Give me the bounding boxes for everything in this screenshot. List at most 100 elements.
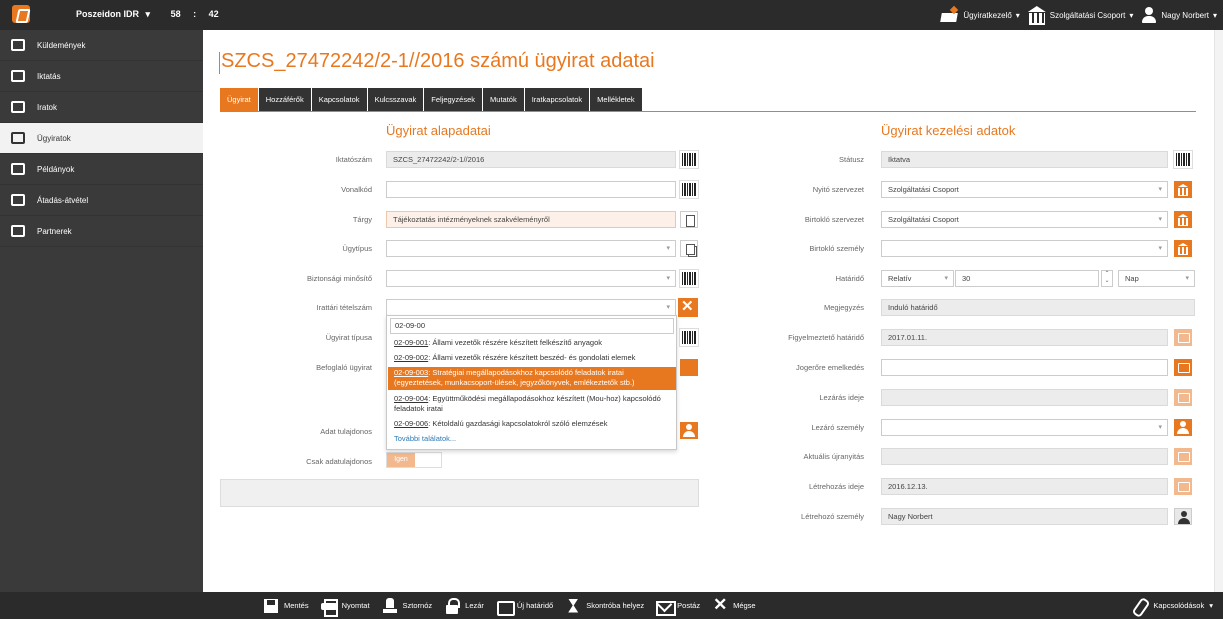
paperclip-icon bbox=[1132, 598, 1148, 614]
bank-icon[interactable] bbox=[1174, 240, 1192, 257]
tools-icon[interactable] bbox=[678, 297, 698, 317]
dropdown-option[interactable]: 02-09-002: Állami vezetők részére készít… bbox=[388, 353, 676, 363]
lezaro-szemely-select[interactable] bbox=[881, 419, 1168, 436]
aktualis-field bbox=[881, 448, 1168, 465]
biztonsagi-select[interactable] bbox=[386, 270, 676, 287]
irattari-label: Irattári tételszám bbox=[316, 303, 372, 312]
calendar-icon[interactable] bbox=[1174, 478, 1192, 495]
sidebar-item-ugyiratok[interactable]: Ügyiratok bbox=[0, 123, 203, 154]
adat-tulajdonos-label: Adat tulajdonos bbox=[320, 427, 372, 436]
more-results-link[interactable]: További találatok... bbox=[394, 434, 456, 443]
tab-underline bbox=[220, 111, 1196, 112]
app-logo-icon[interactable] bbox=[12, 5, 30, 23]
calendar-icon[interactable] bbox=[1174, 448, 1192, 465]
page-title: SZCS_27472242/2-1//2016 számú ügyirat ad… bbox=[219, 50, 655, 74]
sidebar: Küldemények Iktatás Iratok Ügyiratok Pél… bbox=[0, 30, 203, 592]
app-switcher[interactable]: Poszeidon IDR ▾ 58 : 42 bbox=[76, 9, 223, 20]
letrehozo-label: Létrehozó személy bbox=[801, 512, 864, 521]
organization-menu-label: Szolgáltatási Csoport bbox=[1049, 10, 1126, 20]
folder-icon[interactable] bbox=[680, 359, 698, 376]
tab-kapcsolatok[interactable]: Kapcsolatok bbox=[311, 88, 367, 111]
tab-mellekletek[interactable]: Mellékletek bbox=[590, 88, 642, 111]
calendar-icon[interactable] bbox=[1174, 359, 1192, 376]
birtoklo-szervezet-select[interactable]: Szolgáltatási Csoport bbox=[881, 211, 1168, 228]
person-icon[interactable] bbox=[1174, 419, 1192, 436]
sidebar-item-iratok[interactable]: Iratok bbox=[0, 92, 203, 123]
sidebar-item-label: Küldemények bbox=[37, 40, 86, 50]
barcode-icon[interactable] bbox=[679, 150, 699, 169]
storno-button[interactable]: Sztornóz bbox=[382, 597, 432, 614]
barcode-icon[interactable] bbox=[679, 269, 699, 288]
hatarido-unit-select[interactable]: Nap bbox=[1118, 270, 1195, 287]
bank-icon bbox=[1028, 6, 1046, 25]
lock-icon bbox=[444, 597, 461, 614]
app-name: Poszeidon IDR bbox=[76, 9, 140, 19]
dropdown-option-selected[interactable]: 02-09-003: Stratégiai megállapodásokhoz … bbox=[388, 367, 676, 390]
hatarido-number-input[interactable]: 30 bbox=[955, 270, 1099, 287]
close-case-button[interactable]: Lezár bbox=[444, 597, 484, 614]
person-icon[interactable] bbox=[680, 422, 698, 439]
info-box bbox=[220, 479, 699, 507]
save-button[interactable]: Mentés bbox=[263, 598, 309, 614]
dropdown-search-input[interactable]: 02-09-00 bbox=[390, 318, 674, 334]
new-deadline-button[interactable]: Új határidő bbox=[496, 598, 553, 616]
tab-feljegyzesek[interactable]: Feljegyzések bbox=[424, 88, 483, 111]
role-menu[interactable]: Ügyiratkezelő ▾ bbox=[939, 7, 1019, 23]
csak-adatulajdonos-toggle[interactable]: Igen bbox=[386, 452, 442, 468]
print-button[interactable]: Nyomtat bbox=[320, 598, 370, 617]
ugytipus-label: Ügytípus bbox=[342, 244, 372, 253]
handover-icon bbox=[10, 193, 26, 207]
stamp-icon bbox=[382, 597, 398, 614]
ugytipus-select[interactable] bbox=[386, 240, 676, 257]
post-button[interactable]: Postáz bbox=[656, 598, 700, 616]
role-menu-label: Ügyiratkezelő bbox=[963, 10, 1012, 20]
top-bar: Poszeidon IDR ▾ 58 : 42 Ügyiratkezelő ▾ S… bbox=[0, 0, 1223, 30]
connections-menu[interactable]: Kapcsolódások ▾ bbox=[1132, 592, 1213, 619]
barcode-icon[interactable] bbox=[679, 328, 699, 347]
vonalkod-field[interactable] bbox=[386, 181, 676, 198]
user-menu[interactable]: Nagy Norbert ▾ bbox=[1141, 7, 1217, 23]
option-text: : Kétoldalú gazdasági kapcsolatokról szó… bbox=[428, 419, 608, 428]
vertical-scrollbar[interactable] bbox=[1214, 30, 1223, 592]
dropdown-option[interactable]: 02-09-001: Állami vezetők részére készít… bbox=[388, 338, 676, 348]
birtoklo-szemely-select[interactable] bbox=[881, 240, 1168, 257]
birtoklo-szemely-label: Birtokló személy bbox=[809, 244, 864, 253]
tab-hozzaferok[interactable]: Hozzáférők bbox=[258, 88, 311, 111]
hatarido-type-select[interactable]: Relatív bbox=[881, 270, 954, 287]
sidebar-item-atadas-atvetel[interactable]: Átadás-átvétel bbox=[0, 185, 203, 216]
sidebar-item-iktatas[interactable]: Iktatás bbox=[0, 61, 203, 92]
barcode-icon[interactable] bbox=[1173, 150, 1193, 169]
sidebar-item-kuldemenyek[interactable]: Küldemények bbox=[0, 30, 203, 61]
bank-icon[interactable] bbox=[1174, 181, 1192, 198]
cancel-button[interactable]: Mégse bbox=[712, 595, 756, 615]
nyito-szervezet-select[interactable]: Szolgáltatási Csoport bbox=[881, 181, 1168, 198]
tab-ugyirat[interactable]: Ügyirat bbox=[220, 88, 258, 111]
organization-menu[interactable]: Szolgáltatási Csoport ▾ bbox=[1028, 6, 1133, 25]
calendar-icon[interactable] bbox=[1174, 329, 1192, 346]
action-buttons: Mentés Nyomtat Sztornóz Lezár Új határid… bbox=[263, 592, 756, 619]
sidebar-item-partnerek[interactable]: Partnerek bbox=[0, 216, 203, 247]
sidebar-item-label: Példányok bbox=[37, 164, 75, 174]
sidebar-item-label: Partnerek bbox=[37, 226, 72, 236]
jogerore-field[interactable] bbox=[881, 359, 1168, 376]
dropdown-option[interactable]: 02-09-004: Együttműködési megállapodások… bbox=[388, 394, 676, 414]
skontro-button[interactable]: Skontróba helyez bbox=[565, 598, 644, 614]
barcode-icon[interactable] bbox=[679, 180, 699, 199]
tab-mutatok[interactable]: Mutatók bbox=[483, 88, 524, 111]
copy-icon[interactable] bbox=[680, 240, 698, 257]
stepper-icon[interactable]: ⌃ ⌄ bbox=[1101, 270, 1113, 287]
nyito-szervezet-label: Nyitó szervezet bbox=[812, 185, 864, 194]
tab-iratkapcsolatok[interactable]: Iratkapcsolatok bbox=[524, 88, 590, 111]
document-icon[interactable] bbox=[680, 211, 698, 228]
irattari-dropdown: 02-09-00 02-09-001: Állami vezetők részé… bbox=[386, 315, 677, 450]
calendar-icon[interactable] bbox=[1174, 389, 1192, 406]
bank-icon[interactable] bbox=[1174, 211, 1192, 228]
letrehozas-label: Létrehozás ideje bbox=[808, 482, 864, 491]
targy-field[interactable]: Tájékoztatás intézményeknek szakvélemény… bbox=[386, 211, 676, 228]
person-icon[interactable] bbox=[1174, 508, 1192, 525]
tab-kulcsszavak[interactable]: Kulcsszavak bbox=[367, 88, 424, 111]
sidebar-item-peldanyok[interactable]: Példányok bbox=[0, 154, 203, 185]
dropdown-option[interactable]: 02-09-006: Kétoldalú gazdasági kapcsolat… bbox=[388, 419, 676, 429]
irattari-select[interactable] bbox=[386, 299, 676, 316]
sidebar-item-label: Átadás-átvétel bbox=[37, 195, 89, 205]
